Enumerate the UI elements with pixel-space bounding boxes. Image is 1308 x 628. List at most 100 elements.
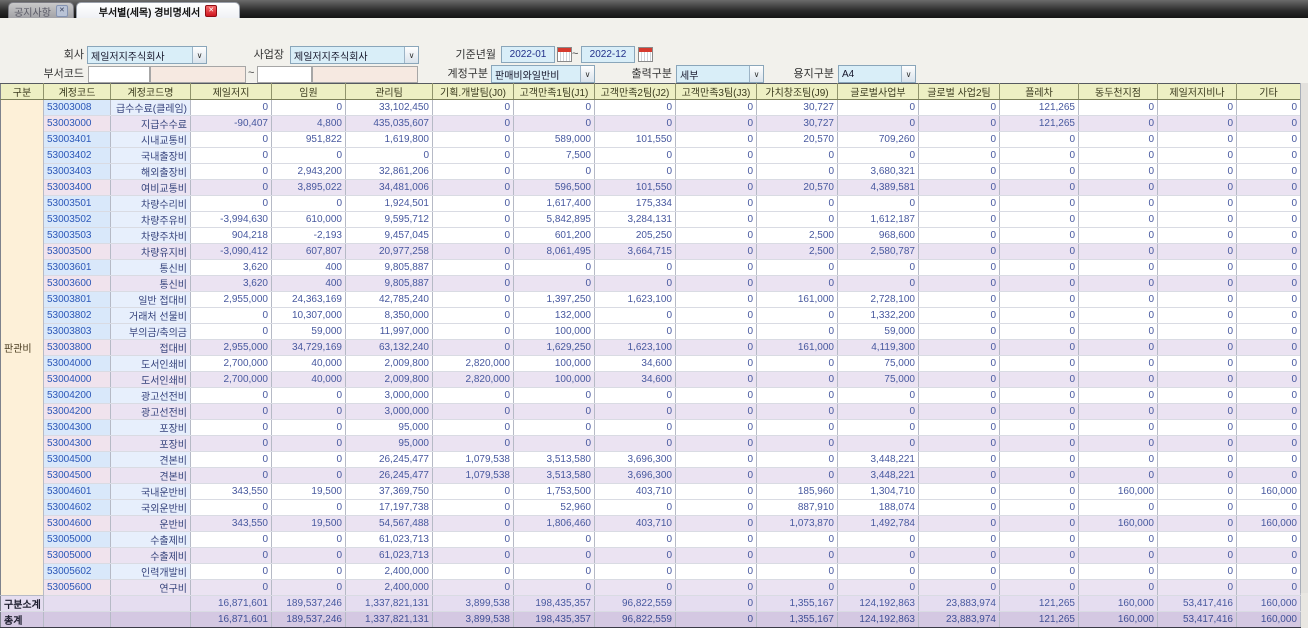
value-cell[interactable]: 0 xyxy=(1078,499,1158,516)
account-code-cell[interactable]: 53003800 xyxy=(43,339,111,356)
account-name-cell[interactable]: 차량수리비 xyxy=(110,195,191,212)
value-cell[interactable]: 1,337,821,131 xyxy=(345,611,433,628)
value-cell[interactable]: 0 xyxy=(594,563,676,580)
value-cell[interactable]: 0 xyxy=(1157,275,1237,292)
account-name-cell[interactable]: 인력개발비 xyxy=(110,563,191,580)
account-name-cell[interactable]: 수출제비 xyxy=(110,531,191,548)
value-cell[interactable]: 0 xyxy=(1236,579,1301,596)
value-cell[interactable]: 0 xyxy=(918,99,1000,116)
value-cell[interactable]: 709,260 xyxy=(837,131,919,148)
value-cell[interactable]: 0 xyxy=(1078,147,1158,164)
table-row[interactable]: 53004300 포장비 0 0 95,000 0 0 0 0 0 0 0 0 0 0 0 xyxy=(1,419,1301,436)
value-cell[interactable]: 0 xyxy=(513,163,595,180)
value-cell[interactable]: 607,807 xyxy=(271,243,346,260)
value-cell[interactable]: 0 xyxy=(1078,179,1158,196)
value-cell[interactable]: 0 xyxy=(999,499,1079,516)
value-cell[interactable]: 26,245,477 xyxy=(345,467,433,484)
column-header[interactable]: 고객만족1팀(J1) xyxy=(513,83,595,100)
value-cell[interactable]: 887,910 xyxy=(756,499,838,516)
value-cell[interactable]: 2,820,000 xyxy=(432,355,514,372)
value-cell[interactable]: 0 xyxy=(190,531,272,548)
value-cell[interactable]: 2,700,000 xyxy=(190,371,272,388)
value-cell[interactable]: 0 xyxy=(513,419,595,436)
value-cell[interactable]: 2,009,800 xyxy=(345,355,433,372)
account-name-cell[interactable]: 부의금/축의금 xyxy=(110,323,191,340)
account-name-cell[interactable]: 연구비 xyxy=(110,579,191,596)
value-cell[interactable]: 1,079,538 xyxy=(432,451,514,468)
value-cell[interactable]: 3,620 xyxy=(190,275,272,292)
table-row[interactable]: 53004600 운반비 343,550 19,500 54,567,488 0 1,806… xyxy=(1,515,1301,532)
value-cell[interactable]: 0 xyxy=(432,419,514,436)
value-cell[interactable]: 0 xyxy=(513,563,595,580)
value-cell[interactable]: 0 xyxy=(999,211,1079,228)
value-cell[interactable]: 0 xyxy=(1078,275,1158,292)
value-cell[interactable]: 0 xyxy=(1157,435,1237,452)
value-cell[interactable]: 0 xyxy=(1157,579,1237,596)
value-cell[interactable]: 0 xyxy=(432,163,514,180)
value-cell[interactable]: 0 xyxy=(999,291,1079,308)
value-cell[interactable]: 0 xyxy=(190,467,272,484)
value-cell[interactable]: 0 xyxy=(594,259,676,276)
value-cell[interactable]: 189,537,246 xyxy=(271,611,346,628)
value-cell[interactable]: 0 xyxy=(1157,323,1237,340)
value-cell[interactable]: 0 xyxy=(1236,275,1301,292)
value-cell[interactable]: 5,842,895 xyxy=(513,211,595,228)
value-cell[interactable]: 9,805,887 xyxy=(345,275,433,292)
value-cell[interactable]: 0 xyxy=(1157,371,1237,388)
value-cell[interactable]: 0 xyxy=(999,563,1079,580)
value-cell[interactable]: 0 xyxy=(594,499,676,516)
value-cell[interactable]: 0 xyxy=(756,307,838,324)
value-cell[interactable]: 0 xyxy=(594,147,676,164)
value-cell[interactable]: 0 xyxy=(1078,531,1158,548)
value-cell[interactable]: 0 xyxy=(513,547,595,564)
value-cell[interactable]: 2,700,000 xyxy=(190,355,272,372)
value-cell[interactable]: 0 xyxy=(999,547,1079,564)
value-cell[interactable]: 160,000 xyxy=(1078,483,1158,500)
value-cell[interactable]: 0 xyxy=(756,563,838,580)
total-row[interactable]: 총계 16,871,601 189,537,246 1,337,821,131 3,89… xyxy=(0,611,1301,628)
value-cell[interactable]: 0 xyxy=(837,195,919,212)
value-cell[interactable]: 0 xyxy=(1236,115,1301,132)
value-cell[interactable]: 19,500 xyxy=(271,483,346,500)
value-cell[interactable]: 0 xyxy=(675,371,757,388)
value-cell[interactable]: 0 xyxy=(1078,435,1158,452)
table-row[interactable]: 53003801 일반 접대비 2,955,000 24,363,169 42,785,… xyxy=(1,291,1301,308)
value-cell[interactable]: 0 xyxy=(1157,259,1237,276)
value-cell[interactable]: 32,861,206 xyxy=(345,163,433,180)
value-cell[interactable]: 0 xyxy=(513,579,595,596)
value-cell[interactable]: 0 xyxy=(837,99,919,116)
value-cell[interactable]: 0 xyxy=(1078,259,1158,276)
value-cell[interactable]: 0 xyxy=(1078,371,1158,388)
account-name-cell[interactable]: 운반비 xyxy=(110,515,191,532)
value-cell[interactable]: 0 xyxy=(1157,531,1237,548)
value-cell[interactable]: 0 xyxy=(190,195,272,212)
account-name-cell[interactable]: 시내교통비 xyxy=(110,131,191,148)
value-cell[interactable]: 0 xyxy=(675,115,757,132)
account-name-cell[interactable]: 해외출장비 xyxy=(110,163,191,180)
value-cell[interactable]: 53,417,416 xyxy=(1157,611,1237,628)
value-cell[interactable]: 0 xyxy=(756,419,838,436)
value-cell[interactable]: 1,304,710 xyxy=(837,483,919,500)
account-code-cell[interactable]: 53003400 xyxy=(43,179,111,196)
value-cell[interactable]: 0 xyxy=(675,531,757,548)
account-code-cell[interactable]: 53004500 xyxy=(43,451,111,468)
value-cell[interactable]: 0 xyxy=(1078,131,1158,148)
value-cell[interactable]: 0 xyxy=(432,243,514,260)
value-cell[interactable]: 0 xyxy=(675,387,757,404)
value-cell[interactable]: 8,350,000 xyxy=(345,307,433,324)
account-code-cell[interactable]: 53003401 xyxy=(43,131,111,148)
value-cell[interactable]: 0 xyxy=(1157,195,1237,212)
value-cell[interactable]: 0 xyxy=(594,387,676,404)
value-cell[interactable]: 0 xyxy=(675,435,757,452)
value-cell[interactable]: 132,000 xyxy=(513,307,595,324)
value-cell[interactable]: 0 xyxy=(918,403,1000,420)
value-cell[interactable]: 0 xyxy=(999,307,1079,324)
value-cell[interactable]: 3,513,580 xyxy=(513,467,595,484)
value-cell[interactable]: 0 xyxy=(675,179,757,196)
value-cell[interactable]: 1,629,250 xyxy=(513,339,595,356)
value-cell[interactable]: 0 xyxy=(999,467,1079,484)
value-cell[interactable]: 0 xyxy=(271,403,346,420)
value-cell[interactable]: 0 xyxy=(837,531,919,548)
value-cell[interactable]: 0 xyxy=(675,419,757,436)
value-cell[interactable]: 101,550 xyxy=(594,179,676,196)
